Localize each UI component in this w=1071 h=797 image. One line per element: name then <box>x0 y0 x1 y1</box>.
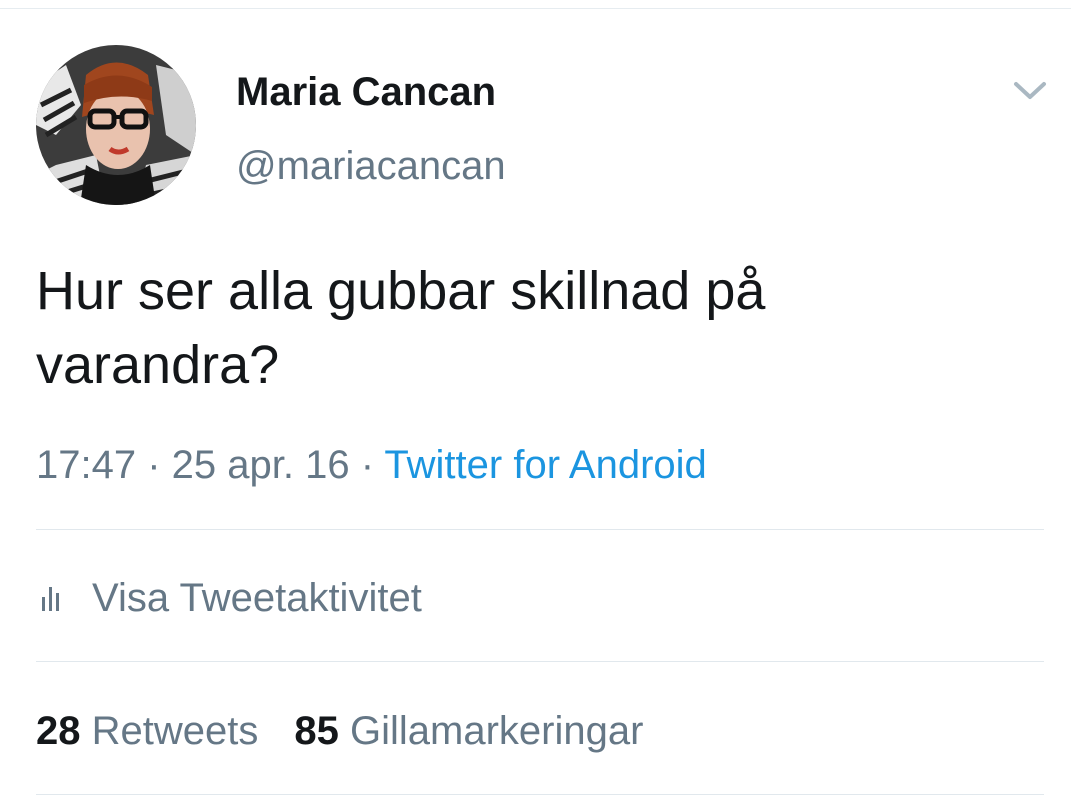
likes-stat[interactable]: 85 Gillamarkeringar <box>294 709 643 753</box>
retweets-stat[interactable]: 28 Retweets <box>36 709 258 753</box>
avatar-image <box>36 45 196 205</box>
divider <box>36 661 1044 662</box>
view-activity-button[interactable]: Visa Tweetaktivitet <box>36 573 422 623</box>
top-divider <box>0 8 1071 9</box>
tweet-date[interactable]: 25 apr. 16 <box>172 443 350 487</box>
tweet-stats: 28 Retweets 85 Gillamarkeringar <box>36 705 643 757</box>
meta-separator: · <box>136 443 172 487</box>
tweet-text-line: varandra? <box>36 335 280 395</box>
retweets-count: 28 <box>36 709 81 753</box>
chevron-down-icon[interactable] <box>1008 74 1052 106</box>
avatar[interactable] <box>36 45 196 205</box>
tweet-time: 17:47 <box>36 443 137 487</box>
retweets-label: Retweets <box>91 709 259 753</box>
divider <box>36 529 1044 530</box>
tweet-meta: 17:47 · 25 apr. 16 · Twitter for Android <box>36 440 707 490</box>
divider <box>36 794 1044 795</box>
tweet-text-line: Hur ser alla gubbar skillnad på <box>36 261 766 321</box>
likes-label: Gillamarkeringar <box>350 709 644 753</box>
view-activity-label: Visa Tweetaktivitet <box>92 576 422 620</box>
likes-count: 85 <box>294 709 339 753</box>
bar-chart-icon <box>36 583 66 613</box>
user-handle[interactable]: @mariacancan <box>236 142 506 190</box>
display-name[interactable]: Maria Cancan <box>236 68 496 116</box>
tweet-text: Hur ser alla gubbar skillnad på varandra… <box>36 254 1026 402</box>
tweet-source-link[interactable]: Twitter for Android <box>384 443 706 487</box>
meta-separator: · <box>349 443 385 487</box>
